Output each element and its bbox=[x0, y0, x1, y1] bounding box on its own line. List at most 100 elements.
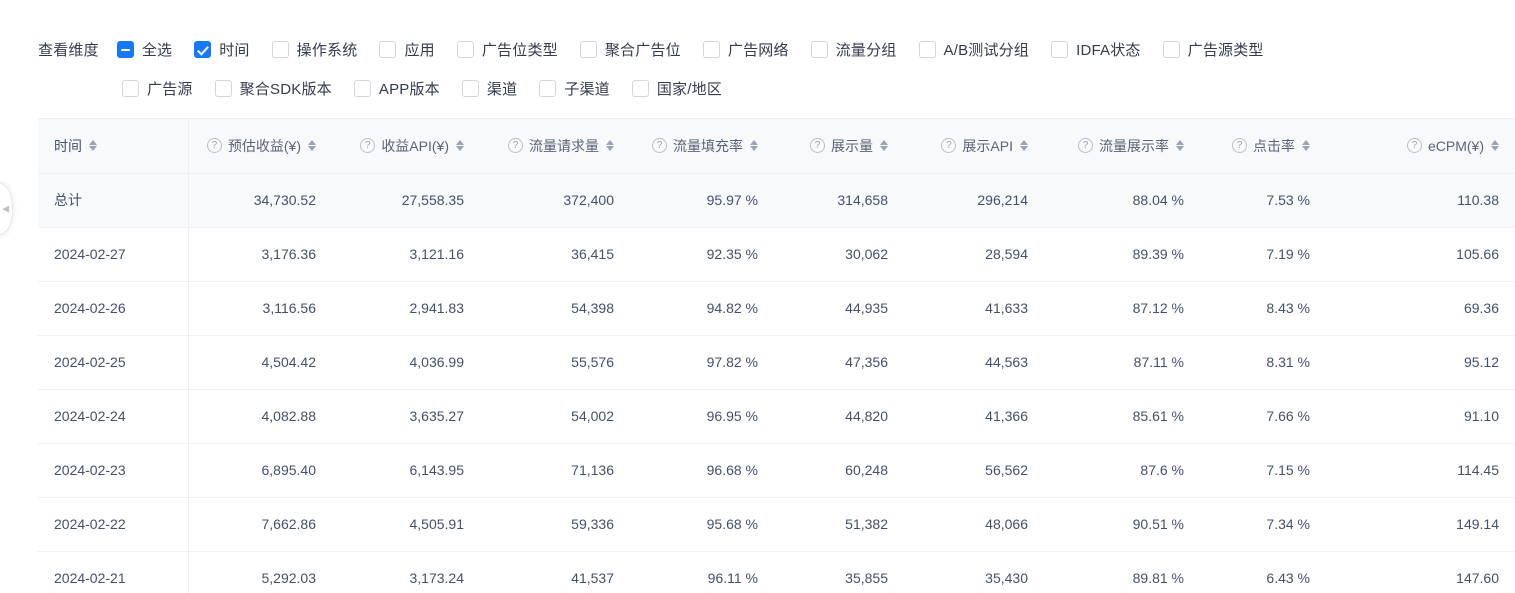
sort-toggle-icon[interactable] bbox=[1491, 140, 1499, 152]
help-icon[interactable]: ? bbox=[941, 138, 957, 154]
dimension-checkbox-label: 子渠道 bbox=[564, 80, 610, 98]
dimension-checkbox-traffic-group[interactable]: 流量分组 bbox=[810, 39, 897, 60]
table-cell-ecpm: 69.36 bbox=[1326, 281, 1515, 336]
table-header-impapi[interactable]: ? 展示API bbox=[904, 119, 1044, 174]
table-cell-imp: 51,382 bbox=[774, 497, 904, 552]
dimension-checkbox-os[interactable]: 操作系统 bbox=[271, 39, 358, 60]
checkbox-icon-traffic-group[interactable] bbox=[810, 40, 828, 58]
table-header-ctr[interactable]: ? 点击率 bbox=[1200, 119, 1326, 174]
checkbox-icon-app-version[interactable] bbox=[353, 79, 371, 97]
checkbox-icon-ad-network[interactable] bbox=[702, 40, 720, 58]
dimension-checkbox-ad-source-type[interactable]: 广告源类型 bbox=[1162, 39, 1264, 60]
dimension-checkbox-aggregated-ad-slot[interactable]: 聚合广告位 bbox=[579, 39, 681, 60]
dimension-checkbox-label: IDFA状态 bbox=[1076, 41, 1141, 59]
table-header-imp[interactable]: ? 展示量 bbox=[774, 119, 904, 174]
dimension-checkbox-idfa-status[interactable]: IDFA状态 bbox=[1051, 39, 1141, 60]
sidebar-collapse-handle[interactable]: ◀ bbox=[0, 183, 13, 235]
table-header-fill[interactable]: ? 流量填充率 bbox=[630, 119, 774, 174]
analytics-report-page: ◀ 查看维度 全选 时间 操作系统 应用 广告位类型 聚合广告位 广告网络 流量分组 A/B测试… bbox=[0, 0, 1515, 593]
checkbox-icon-idfa-status[interactable] bbox=[1051, 40, 1069, 58]
table-row[interactable]: 2024-02-27 3,176.36 3,121.16 36,415 92.35 % 3… bbox=[38, 227, 1515, 282]
sort-toggle-icon[interactable] bbox=[1020, 140, 1028, 152]
table-cell-ctr: 7.66 % bbox=[1200, 389, 1326, 444]
help-icon[interactable]: ? bbox=[1406, 138, 1422, 154]
table-header-label: 点击率 bbox=[1253, 137, 1295, 154]
help-icon[interactable]: ? bbox=[810, 138, 825, 154]
table-header-revapi[interactable]: ? 收益API(¥) bbox=[332, 119, 480, 174]
dimension-checkbox-ad-source[interactable]: 广告源 bbox=[122, 78, 193, 99]
sort-toggle-icon[interactable] bbox=[1302, 140, 1310, 152]
checkbox-icon-ad-source-type[interactable] bbox=[1162, 40, 1180, 58]
table-cell-ratio: 87.12 % bbox=[1044, 281, 1200, 336]
table-cell-req: 71,136 bbox=[480, 443, 630, 498]
checkbox-icon-app[interactable] bbox=[379, 40, 397, 58]
checkbox-icon-country-region[interactable] bbox=[631, 79, 649, 97]
dimension-checkbox-country-region[interactable]: 国家/地区 bbox=[631, 78, 723, 99]
checkbox-icon-select-all[interactable] bbox=[116, 40, 134, 58]
dimension-checkbox-aggregation-sdk-version[interactable]: 聚合SDK版本 bbox=[214, 78, 332, 99]
checkbox-icon-ab-test-group[interactable] bbox=[918, 40, 936, 58]
dimension-checkbox-channel[interactable]: 渠道 bbox=[461, 78, 517, 99]
table-row[interactable]: 2024-02-23 6,895.40 6,143.95 71,136 96.68 % 6… bbox=[38, 443, 1515, 498]
table-header-ratio[interactable]: ? 流量展示率 bbox=[1044, 119, 1200, 174]
dimension-checkbox-ab-test-group[interactable]: A/B测试分组 bbox=[918, 39, 1030, 60]
help-icon[interactable]: ? bbox=[360, 138, 376, 154]
table-row[interactable]: 2024-02-26 3,116.56 2,941.83 54,398 94.82 % 4… bbox=[38, 281, 1515, 336]
table-cell-revapi: 3,121.16 bbox=[332, 227, 480, 282]
help-icon[interactable]: ? bbox=[1232, 138, 1247, 154]
table-header-time[interactable]: 时间 bbox=[38, 119, 189, 174]
sort-toggle-icon[interactable] bbox=[750, 140, 758, 152]
table-header-rev[interactable]: ? 预估收益(¥) bbox=[188, 119, 332, 174]
table-cell-fill: 94.82 % bbox=[630, 281, 774, 336]
table-cell-fill: 96.11 % bbox=[630, 551, 774, 593]
table-header-req[interactable]: ? 流量请求量 bbox=[480, 119, 630, 174]
checkbox-icon-ad-slot-type[interactable] bbox=[456, 40, 474, 58]
table-header-ecpm[interactable]: ? eCPM(¥) bbox=[1326, 119, 1515, 174]
table-cell-fill: 96.95 % bbox=[630, 389, 774, 444]
table-cell-imp: 30,062 bbox=[774, 227, 904, 282]
table-cell-time: 2024-02-26 bbox=[38, 281, 189, 336]
help-icon[interactable]: ? bbox=[1078, 138, 1093, 154]
checkbox-icon-ad-source[interactable] bbox=[122, 79, 139, 97]
table-header-label: 流量展示率 bbox=[1099, 137, 1169, 154]
report-table-container[interactable]: 时间? 预估收益(¥)? 收益API(¥)? 流量请求量? 流量填充率? 展示量? 展示AP… bbox=[38, 118, 1515, 593]
checkbox-icon-sub-channel[interactable] bbox=[539, 79, 557, 97]
help-icon[interactable]: ? bbox=[508, 138, 523, 154]
sort-toggle-icon[interactable] bbox=[606, 140, 614, 152]
dimension-checkbox-label: 全选 bbox=[141, 41, 173, 59]
table-cell-rev: 3,116.56 bbox=[188, 281, 332, 336]
dimension-checkbox-ad-slot-type[interactable]: 广告位类型 bbox=[456, 39, 558, 60]
dimension-checkbox-time[interactable]: 时间 bbox=[194, 39, 249, 60]
sort-toggle-icon[interactable] bbox=[1176, 140, 1184, 152]
table-row[interactable]: 2024-02-21 5,292.03 3,173.24 41,537 96.11 % 3… bbox=[38, 551, 1515, 593]
table-cell-req: 372,400 bbox=[480, 173, 630, 228]
report-table-body: 总计 34,730.52 27,558.35 372,400 95.97 % 314,65… bbox=[38, 173, 1515, 593]
table-row[interactable]: 2024-02-22 7,662.86 4,505.91 59,336 95.68 % 5… bbox=[38, 497, 1515, 552]
sort-toggle-icon[interactable] bbox=[456, 140, 464, 152]
dimension-checkbox-sub-channel[interactable]: 子渠道 bbox=[539, 78, 610, 99]
table-cell-rev: 4,504.42 bbox=[188, 335, 332, 390]
checkbox-icon-os[interactable] bbox=[271, 40, 289, 58]
sort-toggle-icon[interactable] bbox=[880, 140, 888, 152]
dimension-checkbox-select-all[interactable]: 全选 bbox=[116, 39, 173, 60]
table-row[interactable]: 2024-02-25 4,504.42 4,036.99 55,576 97.82 % 4… bbox=[38, 335, 1515, 390]
sort-toggle-icon[interactable] bbox=[308, 140, 316, 152]
table-row[interactable]: 2024-02-24 4,082.88 3,635.27 54,002 96.95 % 4… bbox=[38, 389, 1515, 444]
help-icon[interactable]: ? bbox=[652, 138, 667, 154]
checkbox-icon-channel[interactable] bbox=[461, 79, 479, 97]
table-cell-time: 2024-02-25 bbox=[38, 335, 189, 390]
table-header-label: 展示API bbox=[962, 137, 1013, 154]
dimension-checkbox-app[interactable]: 应用 bbox=[379, 39, 435, 60]
dimension-checkbox-ad-network[interactable]: 广告网络 bbox=[702, 39, 789, 60]
dimension-checkbox-app-version[interactable]: APP版本 bbox=[353, 78, 440, 99]
checkbox-icon-aggregation-sdk-version[interactable] bbox=[214, 79, 232, 97]
sort-toggle-icon[interactable] bbox=[89, 140, 97, 152]
checkbox-icon-time[interactable] bbox=[194, 40, 212, 58]
checkbox-icon-aggregated-ad-slot[interactable] bbox=[579, 40, 597, 58]
help-icon[interactable]: ? bbox=[206, 138, 222, 154]
table-cell-fill: 95.68 % bbox=[630, 497, 774, 552]
dimension-checkbox-label: 国家/地区 bbox=[656, 80, 723, 98]
table-total-row[interactable]: 总计 34,730.52 27,558.35 372,400 95.97 % 314,65… bbox=[38, 173, 1515, 228]
table-cell-ecpm: 110.38 bbox=[1326, 173, 1515, 228]
table-cell-impapi: 296,214 bbox=[904, 173, 1044, 228]
